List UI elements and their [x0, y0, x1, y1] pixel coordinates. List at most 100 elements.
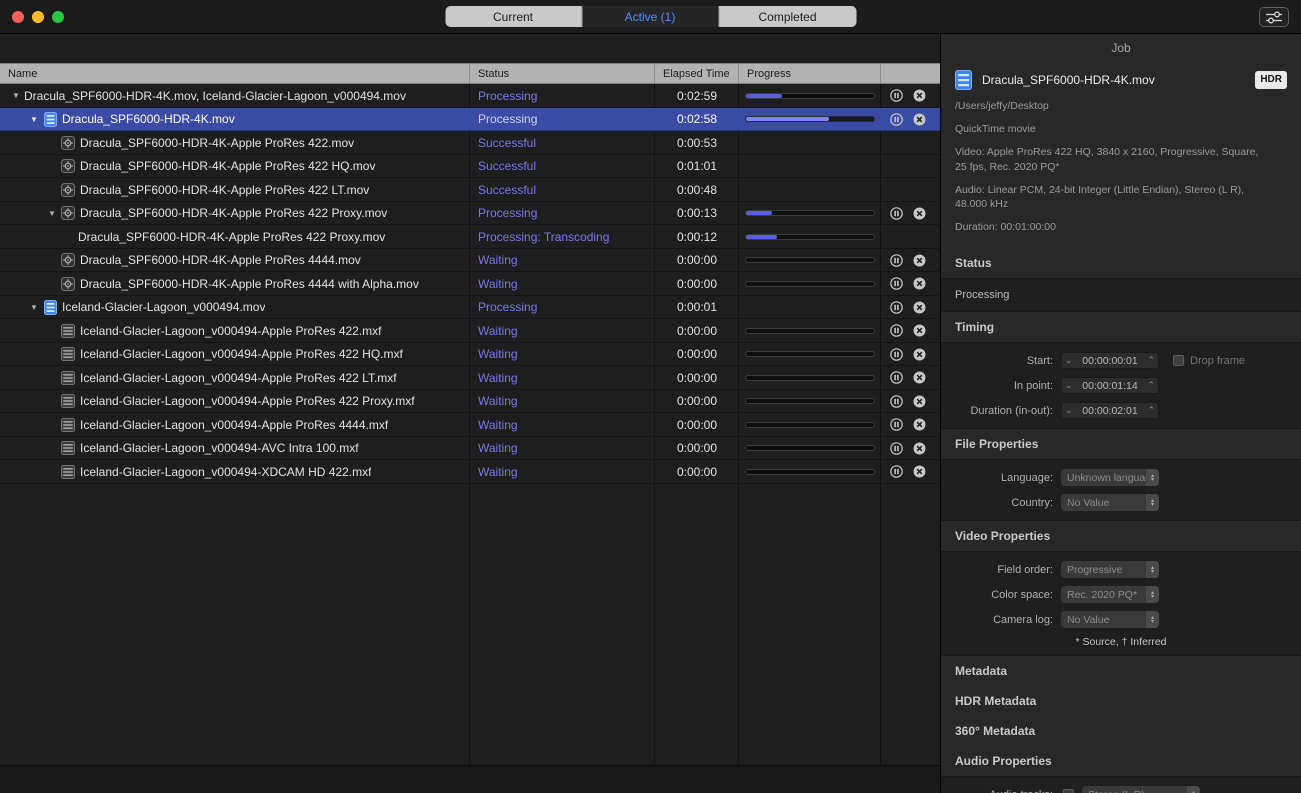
table-row[interactable]: ▼ Iceland-Glacier-Lagoon_v000494.mov Proce…: [0, 296, 940, 320]
cancel-button[interactable]: [912, 112, 926, 126]
drop-frame-checkbox[interactable]: [1173, 355, 1184, 367]
audio-track-value: Stereo (L R): [1088, 789, 1187, 793]
cancel-button[interactable]: [912, 277, 926, 291]
row-progress: [739, 272, 881, 296]
stepper-arrows-icon: ▴▾: [1187, 786, 1200, 793]
disclosure-triangle-icon[interactable]: ▼: [44, 209, 60, 218]
filter-settings-button[interactable]: [1259, 7, 1289, 27]
row-progress: [739, 437, 881, 461]
row-name: Dracula_SPF6000-HDR-4K-Apple ProRes 422 …: [80, 206, 388, 221]
pause-button[interactable]: [889, 112, 903, 126]
cancel-button[interactable]: [912, 465, 926, 479]
table-row[interactable]: Dracula_SPF6000-HDR-4K-Apple ProRes 4444…: [0, 249, 940, 273]
row-progress: [739, 343, 881, 367]
cancel-button[interactable]: [912, 418, 926, 432]
color-space-dropdown[interactable]: Rec. 2020 PQ* ▴ ▾: [1061, 586, 1159, 604]
pause-button[interactable]: [889, 441, 903, 455]
audio-track-dropdown[interactable]: Stereo (L R) ▴▾: [1082, 786, 1200, 793]
disclosure-triangle-icon[interactable]: ▼: [26, 303, 42, 312]
cancel-button[interactable]: [912, 253, 926, 267]
row-elapsed-time: 0:00:48: [676, 182, 718, 197]
cancel-button[interactable]: [912, 441, 926, 455]
progress-bar: [745, 398, 875, 405]
table-row[interactable]: Dracula_SPF6000-HDR-4K-Apple ProRes 422 …: [0, 178, 940, 202]
table-row[interactable]: Iceland-Glacier-Lagoon_v000494-Apple Pro…: [0, 390, 940, 414]
stepper-arrows-icon: ▴▾: [1146, 586, 1159, 604]
pause-button[interactable]: [889, 300, 903, 314]
table-row[interactable]: ▼ Dracula_SPF6000-HDR-4K-Apple ProRes 422…: [0, 202, 940, 226]
pause-button[interactable]: [889, 277, 903, 291]
pause-button[interactable]: [889, 206, 903, 220]
table-row[interactable]: Dracula_SPF6000-HDR-4K-Apple ProRes 422 …: [0, 155, 940, 179]
chevron-down-icon[interactable]: ⌄: [1062, 406, 1076, 415]
chevron-up-icon[interactable]: ⌃: [1144, 381, 1158, 390]
cancel-button[interactable]: [912, 371, 926, 385]
cancel-button[interactable]: [912, 394, 926, 408]
zoom-window-button[interactable]: [52, 11, 64, 23]
row-name: Dracula_SPF6000-HDR-4K-Apple ProRes 422 …: [80, 159, 376, 174]
cancel-button[interactable]: [912, 324, 926, 338]
country-dropdown[interactable]: No Value ▴ ▾: [1061, 494, 1159, 512]
titlebar: Current Active (1) Completed: [0, 0, 1301, 34]
progress-bar: [745, 421, 875, 428]
field-order-dropdown[interactable]: Progressive ▴ ▾: [1061, 561, 1159, 579]
in-point-timecode-field[interactable]: ⌄ 00:00:01:14 ⌃: [1061, 377, 1159, 395]
row-elapsed-time: 0:00:00: [676, 370, 718, 385]
camera-log-dropdown[interactable]: No Value ▴ ▾: [1061, 611, 1159, 629]
duration-timecode-field[interactable]: ⌄ 00:00:02:01 ⌃: [1061, 402, 1159, 420]
start-timecode-field[interactable]: ⌄ 00:00:00:01 ⌃: [1061, 352, 1159, 370]
language-value: Unknown language: [1067, 471, 1146, 484]
table-row[interactable]: Iceland-Glacier-Lagoon_v000494-Apple Pro…: [0, 343, 940, 367]
table-row[interactable]: Iceland-Glacier-Lagoon_v000494-Apple Pro…: [0, 319, 940, 343]
pause-button[interactable]: [889, 89, 903, 103]
row-progress: [739, 460, 881, 484]
cancel-button[interactable]: [912, 89, 926, 103]
table-row[interactable]: Iceland-Glacier-Lagoon_v000494-AVC Intra…: [0, 437, 940, 461]
cancel-button[interactable]: [912, 300, 926, 314]
table-row[interactable]: Dracula_SPF6000-HDR-4K-Apple ProRes 422.…: [0, 131, 940, 155]
tab-completed[interactable]: Completed: [719, 6, 856, 27]
audio-track-checkbox[interactable]: [1063, 789, 1074, 793]
pause-button[interactable]: [889, 371, 903, 385]
close-window-button[interactable]: [12, 11, 24, 23]
section-header-status: Status: [955, 256, 992, 271]
table-row[interactable]: Iceland-Glacier-Lagoon_v000494-XDCAM HD …: [0, 460, 940, 484]
row-progress: [739, 202, 881, 226]
disclosure-triangle-icon[interactable]: ▼: [26, 115, 42, 124]
row-actions: [881, 319, 940, 343]
row-name: Iceland-Glacier-Lagoon_v000494-XDCAM HD …: [80, 464, 372, 479]
cancel-button[interactable]: [912, 206, 926, 220]
mxf-file-icon: [60, 347, 76, 362]
language-dropdown[interactable]: Unknown language ▴▾: [1061, 469, 1159, 487]
table-row[interactable]: Dracula_SPF6000-HDR-4K-Apple ProRes 422 …: [0, 225, 940, 249]
table-row[interactable]: Iceland-Glacier-Lagoon_v000494-Apple Pro…: [0, 413, 940, 437]
table-row[interactable]: ▼ Dracula_SPF6000-HDR-4K.mov, Iceland-Gla…: [0, 84, 940, 108]
color-space-value: Rec. 2020 PQ*: [1067, 588, 1138, 601]
tab-current[interactable]: Current: [445, 6, 582, 27]
section-timing: Start: ⌄ 00:00:00:01 ⌃ Drop frame In poi…: [941, 342, 1301, 430]
tab-active-1[interactable]: Active (1): [582, 6, 719, 27]
pause-button[interactable]: [889, 324, 903, 338]
pause-button[interactable]: [889, 418, 903, 432]
chevron-down-icon[interactable]: ⌄: [1062, 381, 1076, 390]
row-name: Iceland-Glacier-Lagoon_v000494-Apple Pro…: [80, 370, 397, 385]
chevron-down-icon[interactable]: ⌄: [1062, 356, 1076, 365]
minimize-window-button[interactable]: [32, 11, 44, 23]
pause-button[interactable]: [889, 394, 903, 408]
source-inferred-note: * Source, † Inferred: [1075, 636, 1167, 649]
table-row[interactable]: ▼ Dracula_SPF6000-HDR-4K.mov Processing 0:0…: [0, 107, 940, 131]
row-elapsed-time: 0:00:00: [676, 464, 718, 479]
table-row[interactable]: Dracula_SPF6000-HDR-4K-Apple ProRes 4444…: [0, 272, 940, 296]
chevron-up-icon[interactable]: ⌃: [1144, 406, 1158, 415]
section-header-metadata: Metadata: [955, 664, 1008, 679]
pause-button[interactable]: [889, 253, 903, 267]
progress-bar: [745, 445, 875, 452]
table-row[interactable]: Iceland-Glacier-Lagoon_v000494-Apple Pro…: [0, 366, 940, 390]
pause-button[interactable]: [889, 347, 903, 361]
cancel-button[interactable]: [912, 347, 926, 361]
chevron-up-icon[interactable]: ⌃: [1144, 356, 1158, 365]
file-video-info: Video: Apple ProRes 422 HQ, 3840 x 2160,…: [955, 146, 1259, 173]
pause-button[interactable]: [889, 465, 903, 479]
row-elapsed-time: 0:00:12: [676, 229, 718, 244]
disclosure-triangle-icon[interactable]: ▼: [8, 91, 24, 100]
